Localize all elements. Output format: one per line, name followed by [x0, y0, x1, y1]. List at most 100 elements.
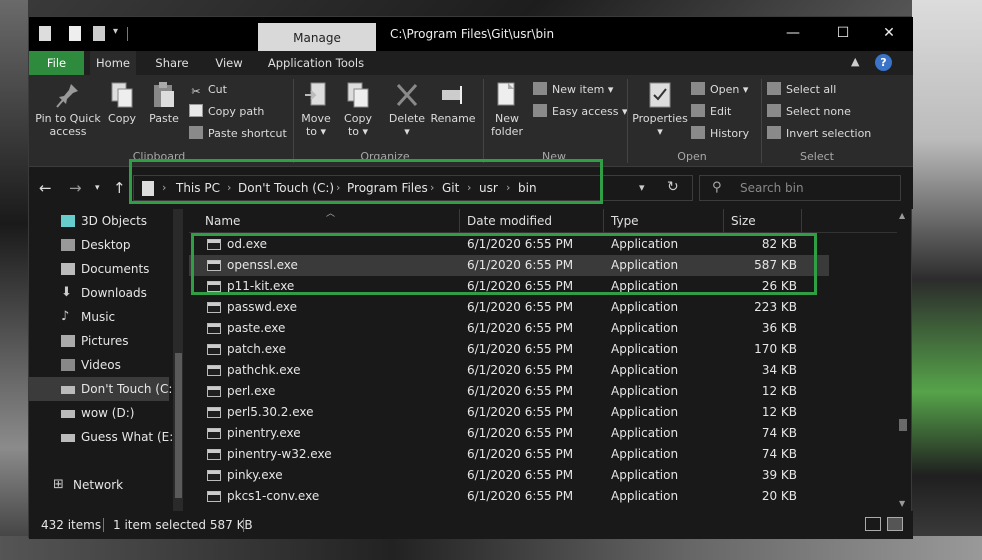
history-button[interactable]: History	[691, 126, 749, 142]
easy-access-label: Easy access ▾	[552, 105, 628, 118]
table-row[interactable]: perl5.30.2.exe 6/1/2020 6:55 PM Applicatio…	[189, 402, 829, 423]
minimize-button[interactable]: —	[771, 21, 815, 45]
table-row[interactable]: pinky.exe 6/1/2020 6:55 PM Application 39 K…	[189, 465, 829, 486]
select-all-button[interactable]: Select all	[767, 82, 836, 98]
column-header-date-modified[interactable]: Date modified	[467, 214, 552, 228]
nav-item-drive-c[interactable]: Don't Touch (C:)	[29, 377, 177, 401]
quick-access-dropdown-icon[interactable]: ▾	[113, 26, 118, 37]
table-row[interactable]: paste.exe 6/1/2020 6:55 PM Application 36 K…	[189, 318, 829, 339]
pin-to-quick-access-button[interactable]: Pin to Quick access	[33, 81, 103, 138]
file-rows-highlight-box	[191, 233, 817, 295]
address-history-dropdown-icon[interactable]: ▾	[639, 181, 645, 194]
nav-item-pictures[interactable]: Pictures	[29, 329, 169, 353]
tab-home[interactable]: Home	[90, 51, 136, 75]
collapse-ribbon-icon[interactable]: ▲	[851, 55, 859, 68]
file-name: paste.exe	[227, 321, 286, 335]
select-none-button[interactable]: Select none	[767, 104, 851, 120]
delete-button[interactable]: Delete ▾	[387, 81, 427, 138]
up-arrow-icon[interactable]: ↑	[113, 179, 126, 197]
column-separator[interactable]	[603, 209, 604, 233]
file-size: 12 KB	[761, 405, 797, 419]
properties-check-icon[interactable]	[69, 26, 81, 41]
rename-button[interactable]: Rename	[429, 81, 477, 125]
recent-locations-chevron-icon[interactable]: ▾	[95, 183, 100, 193]
nav-item-drive-d[interactable]: wow (D:)	[29, 401, 169, 425]
new-item-button[interactable]: New item ▾	[533, 82, 613, 98]
new-folder-button[interactable]: New folder	[487, 81, 527, 138]
paste-button[interactable]: Paste	[145, 81, 183, 125]
new-item-label: New item ▾	[552, 83, 614, 96]
properties-button[interactable]: Properties ▾	[631, 81, 689, 138]
back-arrow-icon[interactable]: ←	[39, 179, 52, 197]
nav-item-3d-objects[interactable]: 3D Objects	[29, 209, 169, 233]
select-none-label: Select none	[786, 105, 851, 118]
tab-application-tools[interactable]: Application Tools	[261, 51, 371, 75]
move-to-button[interactable]: Move to ▾	[297, 81, 335, 138]
open-button[interactable]: Open ▾	[691, 82, 748, 98]
forward-arrow-icon[interactable]: →	[69, 179, 82, 197]
tab-view[interactable]: View	[207, 51, 251, 75]
nav-pane-scrollbar-thumb[interactable]	[175, 353, 182, 498]
file-type: Application	[611, 468, 679, 482]
rename-icon	[442, 86, 462, 104]
nav-item-downloads[interactable]: ⬇ Downloads	[29, 281, 169, 305]
column-header-name[interactable]: Name	[205, 214, 240, 228]
nav-item-network[interactable]: ⊞ Network	[29, 473, 169, 497]
file-size: 170 KB	[754, 342, 797, 356]
table-row[interactable]: pathchk.exe 6/1/2020 6:55 PM Application 34…	[189, 360, 829, 381]
table-row[interactable]: perl.exe 6/1/2020 6:55 PM Application 12 KB	[189, 381, 829, 402]
file-size: 39 KB	[761, 468, 797, 482]
copy-path-button[interactable]: Copy path	[189, 104, 264, 120]
maximize-button[interactable]: ☐	[821, 21, 865, 45]
table-row[interactable]: passwd.exe 6/1/2020 6:55 PM Application 223…	[189, 297, 829, 318]
table-row[interactable]: patch.exe 6/1/2020 6:55 PM Application 170 …	[189, 339, 829, 360]
help-icon[interactable]: ?	[875, 54, 892, 71]
column-separator[interactable]	[459, 209, 460, 233]
column-header-size[interactable]: Size	[731, 214, 756, 228]
details-view-icon[interactable]	[865, 517, 881, 531]
paste-shortcut-button[interactable]: Paste shortcut	[189, 126, 287, 142]
nav-item-label: Downloads	[81, 286, 147, 300]
table-row[interactable]: pkcs1-conv.exe 6/1/2020 6:55 PM Applicatio…	[189, 486, 829, 507]
refresh-icon[interactable]: ↻	[667, 179, 679, 195]
close-button[interactable]: ✕	[867, 21, 911, 45]
column-separator[interactable]	[723, 209, 724, 233]
wallpaper-bottom-edge	[0, 536, 982, 560]
copy-to-button[interactable]: Copy to ▾	[341, 81, 375, 138]
file-name: perl5.30.2.exe	[227, 405, 314, 419]
manage-contextual-tab[interactable]: Manage	[258, 23, 376, 51]
nav-item-music[interactable]: ♪ Music	[29, 305, 169, 329]
tab-file[interactable]: File	[29, 51, 84, 75]
properties-label-line2: ▾	[657, 125, 663, 138]
copy-to-label-line2: to ▾	[347, 125, 369, 138]
nav-item-documents[interactable]: Documents	[29, 257, 169, 281]
nav-item-drive-e[interactable]: Guess What (E:)	[29, 425, 178, 449]
wallpaper-left-edge	[0, 0, 28, 560]
cut-button[interactable]: ✂ Cut	[189, 82, 227, 98]
file-list-scrollbar[interactable]	[897, 209, 909, 511]
file-size: 223 KB	[754, 300, 797, 314]
tab-share[interactable]: Share	[149, 51, 195, 75]
new-folder-label-line1: New	[495, 112, 519, 125]
large-icons-view-icon[interactable]	[887, 517, 903, 531]
scroll-up-icon[interactable]: ▲	[899, 211, 905, 220]
column-separator[interactable]	[801, 209, 802, 233]
music-icon: ♪	[61, 309, 70, 324]
scroll-down-icon[interactable]: ▼	[899, 499, 905, 508]
file-list-scrollbar-thumb[interactable]	[899, 419, 907, 431]
nav-item-desktop[interactable]: Desktop	[29, 233, 169, 257]
file-name: pinentry.exe	[227, 426, 301, 440]
table-row[interactable]: pinentry-w32.exe 6/1/2020 6:55 PM Applicat…	[189, 444, 829, 465]
invert-selection-button[interactable]: Invert selection	[767, 126, 871, 142]
table-row[interactable]: pinentry.exe 6/1/2020 6:55 PM Application 7…	[189, 423, 829, 444]
edit-button[interactable]: Edit	[691, 104, 731, 120]
copy-button[interactable]: Copy	[105, 81, 139, 125]
column-header-type[interactable]: Type	[611, 214, 639, 228]
file-date: 6/1/2020 6:55 PM	[467, 447, 574, 461]
nav-item-label: Desktop	[81, 238, 131, 252]
folder-icon[interactable]	[39, 26, 51, 41]
nav-item-videos[interactable]: Videos	[29, 353, 169, 377]
easy-access-button[interactable]: Easy access ▾	[533, 104, 628, 120]
search-input[interactable]: ⚲ Search bin	[699, 175, 901, 201]
new-folder-icon[interactable]	[93, 26, 105, 41]
